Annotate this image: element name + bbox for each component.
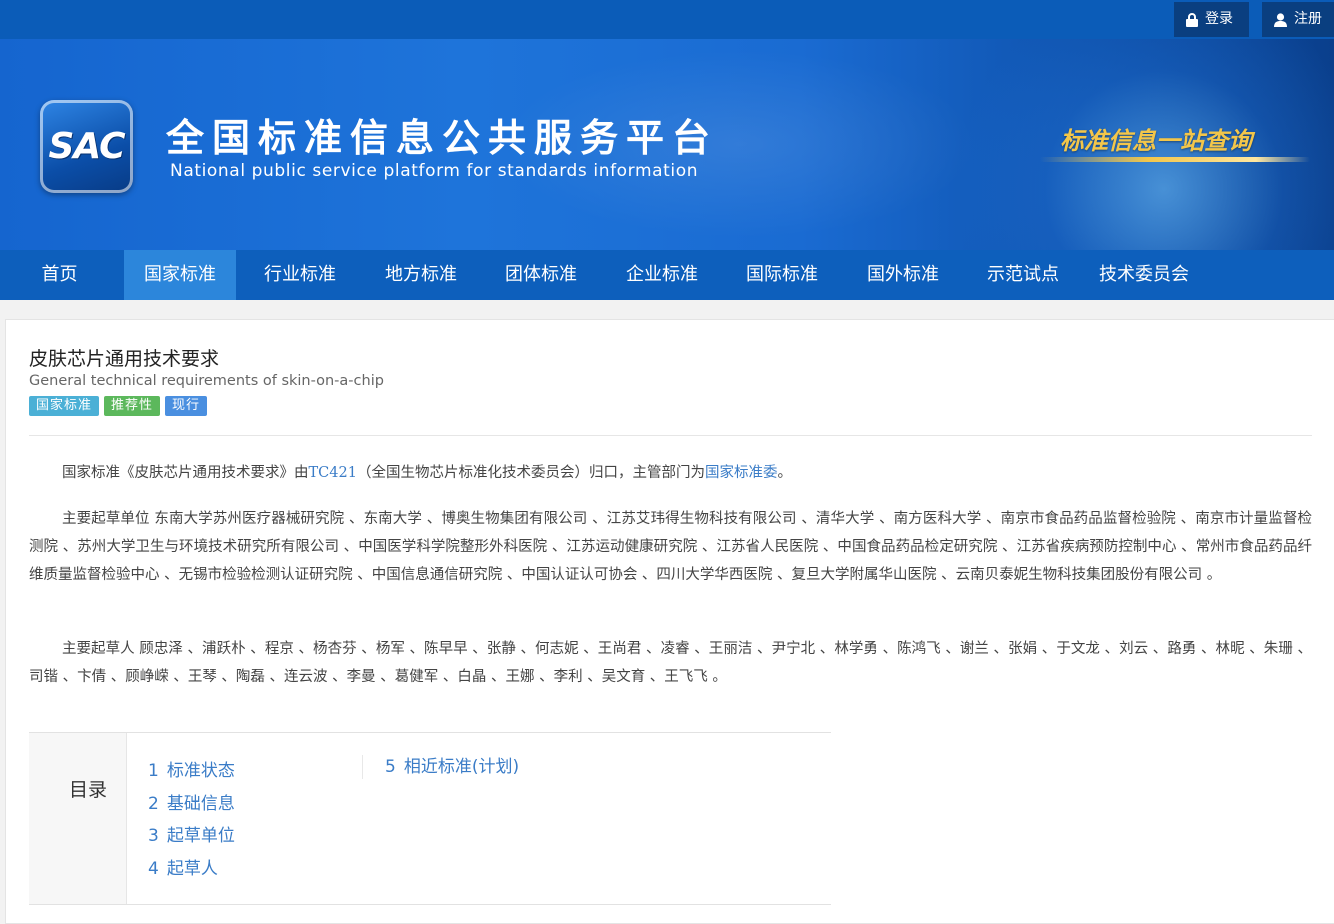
standard-title: 皮肤芯片通用技术要求 xyxy=(29,348,220,370)
toc-item-drafters[interactable]: 4 起草人 xyxy=(148,853,235,886)
standard-title-en: General technical requirements of skin-o… xyxy=(29,373,384,389)
drafters-paragraph: 主要起草人 顾忠泽 、浦跃朴 、程京 、杨杏芬 、杨军 、陈早早 、张静 、何志… xyxy=(29,641,1312,685)
department-link[interactable]: 国家标准委 xyxy=(705,465,778,481)
toc-item-basic-info[interactable]: 2 基础信息 xyxy=(148,788,235,821)
main-nav: 首页 国家标准 行业标准 地方标准 团体标准 企业标准 国际标准 国外标准 示范… xyxy=(0,250,1334,300)
register-button[interactable]: 注册 xyxy=(1262,2,1334,37)
toc-item-similar-standards[interactable]: 5 相近标准(计划) xyxy=(385,755,519,779)
nav-item-national-standards[interactable]: 国家标准 xyxy=(124,250,236,300)
slogan-underline xyxy=(1040,157,1310,162)
intro-suffix: 。 xyxy=(777,465,792,481)
nav-item-international-standards[interactable]: 国际标准 xyxy=(726,250,838,300)
nav-item-foreign-standards[interactable]: 国外标准 xyxy=(847,250,959,300)
toc-column-2: 5 相近标准(计划) xyxy=(362,755,519,779)
divider xyxy=(29,435,1312,436)
tag-status-current: 现行 xyxy=(165,396,208,416)
nav-item-technical-committees[interactable]: 技术委员会 xyxy=(1088,250,1200,300)
toc-header: 目录 xyxy=(29,733,127,904)
intro-middle: （全国生物芯片标准化技术委员会）归口，主管部门为 xyxy=(356,465,705,481)
sac-logo[interactable]: SAC xyxy=(40,100,133,193)
top-bar: 登录 注册 xyxy=(0,0,1334,39)
toc-label: 目录 xyxy=(69,779,108,801)
site-title: 全国标准信息公共服务平台 xyxy=(166,116,719,160)
drafting-units-paragraph: 主要起草单位 东南大学苏州医疗器械研究院 、东南大学 、博奥生物集团有限公司 、… xyxy=(29,511,1312,583)
login-label: 登录 xyxy=(1205,11,1233,27)
standard-tags: 国家标准 推荐性 现行 xyxy=(29,396,208,416)
tag-recommended: 推荐性 xyxy=(104,396,161,416)
register-label: 注册 xyxy=(1294,11,1322,27)
toc-item-drafting-units[interactable]: 3 起草单位 xyxy=(148,820,235,853)
site-subtitle: National public service platform for sta… xyxy=(170,161,699,181)
toc-item-status[interactable]: 1 标准状态 xyxy=(148,755,235,788)
nav-item-demonstration-pilots[interactable]: 示范试点 xyxy=(967,250,1079,300)
user-icon xyxy=(1274,12,1287,27)
toc-column-1: 1 标准状态 2 基础信息 3 起草单位 4 起草人 xyxy=(148,755,235,886)
banner: SAC 全国标准信息公共服务平台 National public service… xyxy=(0,39,1334,250)
nav-item-group-standards[interactable]: 团体标准 xyxy=(485,250,597,300)
tag-national-standard: 国家标准 xyxy=(29,396,100,416)
nav-item-industry-standards[interactable]: 行业标准 xyxy=(244,250,356,300)
tc-link[interactable]: TC421 xyxy=(309,465,357,481)
nav-item-enterprise-standards[interactable]: 企业标准 xyxy=(606,250,718,300)
content-panel: 皮肤芯片通用技术要求 General technical requirement… xyxy=(5,319,1334,924)
nav-item-local-standards[interactable]: 地方标准 xyxy=(365,250,477,300)
intro-paragraph: 国家标准《皮肤芯片通用技术要求》由TC421（全国生物芯片标准化技术委员会）归口… xyxy=(29,459,1312,487)
login-button[interactable]: 登录 xyxy=(1174,2,1249,37)
nav-item-home[interactable]: 首页 xyxy=(22,250,97,300)
table-of-contents: 目录 1 标准状态 2 基础信息 3 起草单位 4 起草人 5 相近标准(计划) xyxy=(29,732,831,905)
intro-prefix: 国家标准《皮肤芯片通用技术要求》由 xyxy=(62,465,309,481)
slogan: 标准信息一站查询 xyxy=(1060,126,1252,155)
lock-icon xyxy=(1186,12,1198,27)
logo-text: SAC xyxy=(48,126,125,167)
